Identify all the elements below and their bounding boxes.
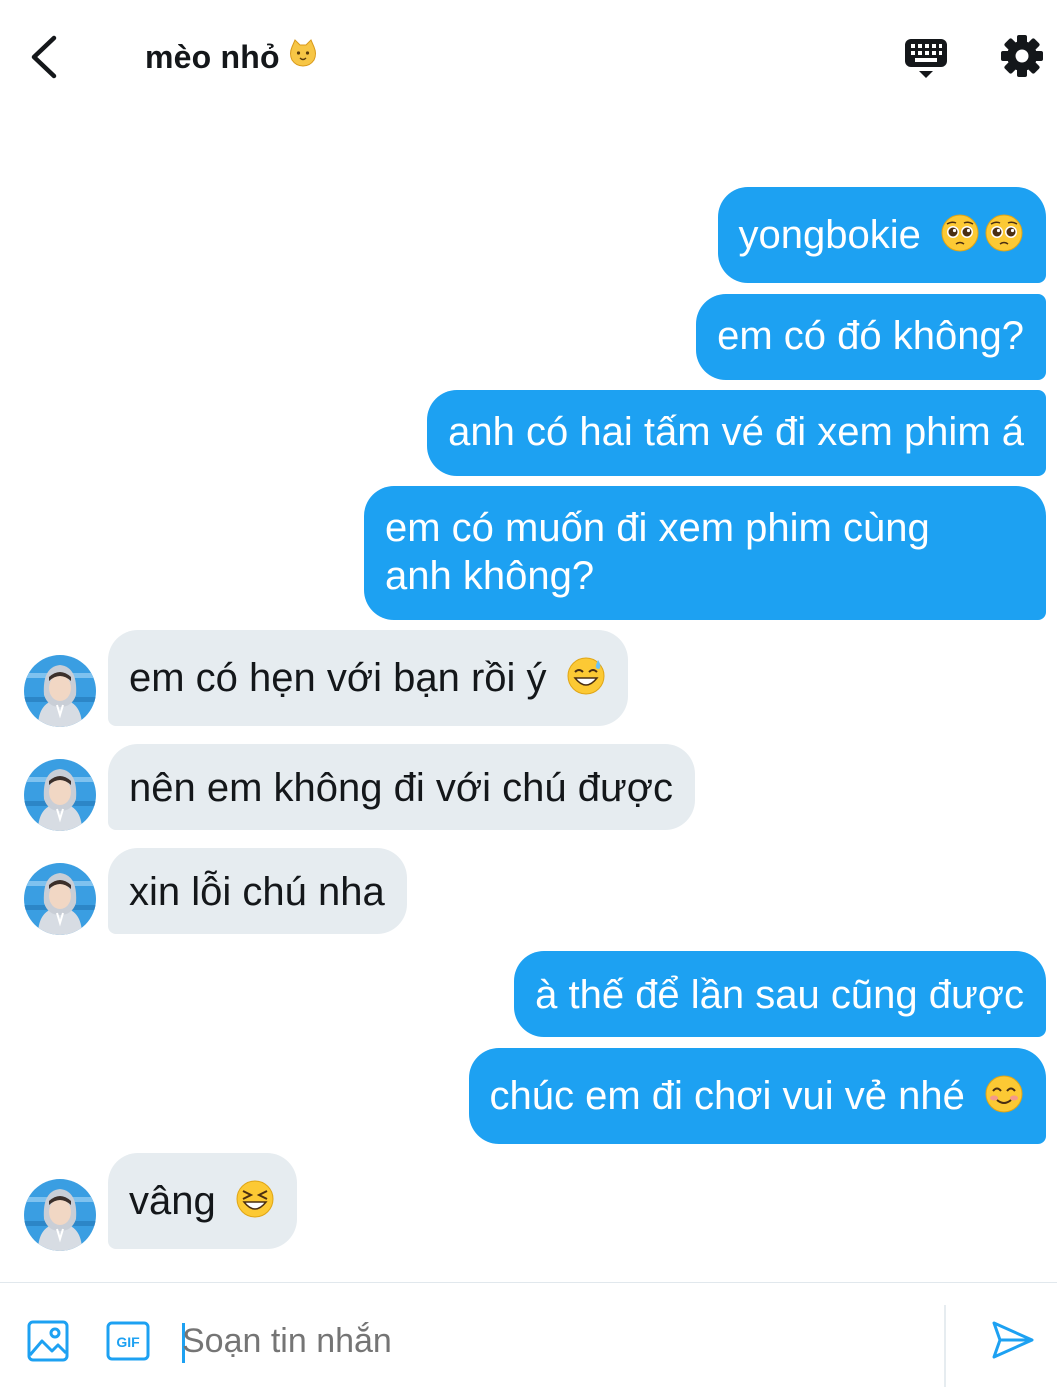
pleading-face-emoji xyxy=(940,213,980,253)
send-button[interactable] xyxy=(990,1317,1036,1363)
settings-button[interactable] xyxy=(998,32,1046,80)
conversation-header: mèo nhỏ xyxy=(0,0,1057,115)
message-thread[interactable]: yongbokie em có đó không? anh có hai tấm… xyxy=(0,115,1057,1280)
smiling-face-emoji xyxy=(984,1074,1024,1114)
gif-button[interactable]: GIF xyxy=(106,1321,150,1361)
message-text: nên em không đi với chú được xyxy=(129,766,673,810)
keyboard-icon xyxy=(905,39,947,78)
contact-avatar[interactable] xyxy=(24,863,96,935)
grinning-sweat-emoji xyxy=(566,656,606,696)
cat-face-emoji xyxy=(288,38,318,76)
message-text-line: em có muốn đi xem phim cùng xyxy=(385,506,930,550)
message-text-line: anh không? xyxy=(385,554,595,598)
back-button[interactable] xyxy=(22,30,70,84)
message-composer: GIF xyxy=(0,1282,1057,1387)
message-bubble-incoming[interactable]: vâng xyxy=(108,1153,297,1249)
message-text: em có đó không? xyxy=(717,314,1024,358)
contact-avatar[interactable] xyxy=(24,759,96,831)
send-icon xyxy=(992,1321,1034,1359)
message-text: à thế để lần sau cũng được xyxy=(535,973,1024,1017)
chevron-left-icon xyxy=(31,35,57,79)
message-text: yongbokie xyxy=(738,213,921,257)
pleading-face-emoji xyxy=(984,213,1024,253)
message-text: xin lỗi chú nha xyxy=(129,870,385,914)
gear-icon xyxy=(1001,35,1043,77)
message-bubble-incoming[interactable]: nên em không đi với chú được xyxy=(108,744,695,830)
contact-avatar[interactable] xyxy=(24,1179,96,1251)
message-bubble-outgoing[interactable]: chúc em đi chơi vui vẻ nhé xyxy=(468,1048,1046,1144)
message-text: anh có hai tấm vé đi xem phim á xyxy=(448,410,1024,454)
message-bubble-outgoing[interactable]: em có đó không? xyxy=(696,294,1046,380)
message-input[interactable] xyxy=(182,1319,922,1363)
message-bubble-incoming[interactable]: em có hẹn với bạn rồi ý xyxy=(108,630,628,726)
message-text: chúc em đi chơi vui vẻ nhé xyxy=(489,1074,965,1118)
message-text: vâng xyxy=(129,1179,216,1223)
contact-avatar[interactable] xyxy=(24,655,96,727)
message-bubble-outgoing[interactable]: em có muốn đi xem phim cùng anh không? xyxy=(364,486,1046,620)
squinting-laughing-emoji xyxy=(235,1179,275,1219)
conversation-title: mèo nhỏ xyxy=(145,38,318,76)
keyboard-button[interactable] xyxy=(902,34,950,82)
message-text: em có hẹn với bạn rồi ý xyxy=(129,656,547,700)
gif-label: GIF xyxy=(116,1334,140,1350)
add-photo-button[interactable] xyxy=(26,1319,70,1363)
gif-icon: GIF xyxy=(106,1321,150,1361)
message-bubble-outgoing[interactable]: anh có hai tấm vé đi xem phim á xyxy=(427,390,1046,476)
message-bubble-outgoing[interactable]: yongbokie xyxy=(717,187,1046,283)
message-bubble-outgoing[interactable]: à thế để lần sau cũng được xyxy=(514,951,1046,1037)
composer-divider xyxy=(944,1305,946,1387)
message-bubble-incoming[interactable]: xin lỗi chú nha xyxy=(108,848,407,934)
image-icon xyxy=(27,1320,69,1362)
contact-name: mèo nhỏ xyxy=(145,39,280,75)
